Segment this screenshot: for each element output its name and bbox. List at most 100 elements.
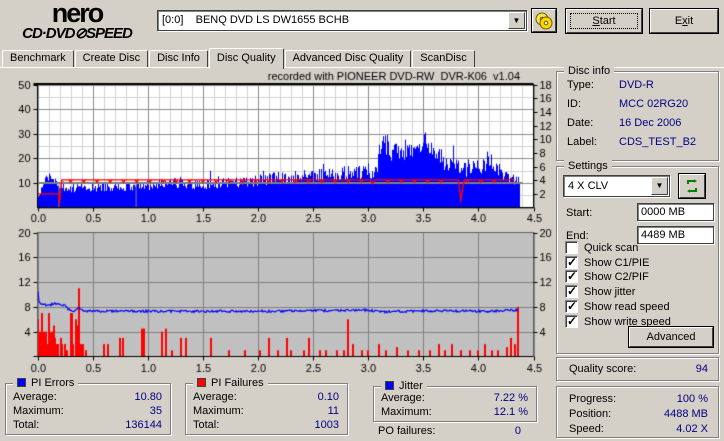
drive-select[interactable]: [0:0] BENQ DVD LS DW1655 BCHB ▼ xyxy=(157,10,527,31)
pi-errors-legend: PI Errors xyxy=(13,377,79,389)
tab-bar: Benchmark Create Disc Disc Info Disc Qua… xyxy=(0,48,724,69)
disc-info-panel: Disc info Type: DVD-R ID: MCC 02RG20 Dat… xyxy=(556,65,719,161)
tab-advanced-disc-quality[interactable]: Advanced Disc Quality xyxy=(284,50,412,67)
quick-scan-checkbox[interactable] xyxy=(565,241,578,254)
show-c1-pie-checkbox[interactable] xyxy=(565,255,578,269)
disc-info-icon-button[interactable] xyxy=(531,8,557,33)
start-mb-value: 0000 MB xyxy=(641,206,686,218)
show-c2-pif-checkbox[interactable] xyxy=(565,269,578,283)
checkbox-show-jitter[interactable]: Show jitter xyxy=(565,284,636,298)
chevron-down-icon: ▼ xyxy=(655,181,664,190)
pi-failures-maximum-label: Maximum: xyxy=(193,405,244,417)
tab-benchmark[interactable]: Benchmark xyxy=(2,50,74,67)
show-jitter-checkbox[interactable] xyxy=(565,284,578,298)
pi-errors-total-label: Total: xyxy=(13,419,40,431)
jitter-maximum-label: Maximum: xyxy=(381,406,432,418)
pi-failures-title: PI Failures xyxy=(211,377,264,389)
start-mb-field[interactable]: 0000 MB xyxy=(637,203,714,221)
start-button-label: Start xyxy=(570,13,638,29)
disc-type-value: DVD-R xyxy=(619,79,654,91)
pi-errors-total-value: 136144 xyxy=(125,419,162,431)
show-write-speed-checkbox[interactable] xyxy=(565,314,578,328)
jitter-title: Jitter xyxy=(399,380,423,392)
pi-errors-average-value: 10.80 xyxy=(134,391,162,403)
exit-button[interactable]: Ex it xyxy=(649,8,719,34)
disc-id-label: ID: xyxy=(567,98,582,110)
show-jitter-label: Show jitter xyxy=(584,285,636,298)
pi-failures-jitter-chart xyxy=(0,227,557,374)
drive-select-value: [0:0] BENQ DVD LS DW1655 BCHB xyxy=(162,14,350,26)
tab-create-disc[interactable]: Create Disc xyxy=(74,50,149,67)
pi-errors-stats-panel: PI Errors Average: 10.80 Maximum: 35 Tot… xyxy=(5,377,171,435)
show-read-speed-label: Show read speed xyxy=(584,300,670,313)
pi-failures-color-swatch xyxy=(197,378,206,387)
position-value: 4488 MB xyxy=(663,408,708,420)
disc-id-value: MCC 02RG20 xyxy=(619,98,689,110)
quick-scan-label: Quick scan xyxy=(584,241,639,254)
checkbox-show-read-speed[interactable]: Show read speed xyxy=(565,299,670,313)
po-failures-row: PO failures: 0 xyxy=(375,425,521,438)
nero-cd-dvd-speed-window: nero CD·DVD⊘SPEED [0:0] BENQ DVD LS DW16… xyxy=(0,0,724,441)
tab-disc-info[interactable]: Disc Info xyxy=(149,50,208,67)
scan-speed-value: 4 X CLV xyxy=(568,180,609,192)
disc-label-label: Label: xyxy=(567,136,597,148)
progress-panel: Progress: 100 % Position: 4488 MB Speed:… xyxy=(556,386,719,438)
pi-errors-title: PI Errors xyxy=(31,377,75,389)
cd-dvd-speed-logo-text: CD·DVD⊘SPEED xyxy=(22,25,133,42)
tab-scandisc[interactable]: ScanDisc xyxy=(412,50,475,67)
show-read-speed-checkbox[interactable] xyxy=(565,299,578,313)
settings-title: Settings xyxy=(564,160,612,172)
settings-panel: Settings 4 X CLV ▼ Start: 0000 MB End: 4… xyxy=(556,160,719,354)
start-mb-label: Start: xyxy=(566,207,593,219)
chevron-down-icon: ▼ xyxy=(512,16,521,25)
quality-score-panel: Quality score: 94 xyxy=(556,357,719,381)
discs-icon xyxy=(532,9,556,32)
nero-logo: nero CD·DVD⊘SPEED xyxy=(2,0,152,46)
quality-score-value: 94 xyxy=(695,363,708,375)
disc-date-value: 16 Dec 2006 xyxy=(619,117,682,129)
jitter-maximum-value: 12.1 % xyxy=(493,406,528,418)
po-failures-label: PO failures: xyxy=(378,425,436,437)
pi-failures-maximum-value: 11 xyxy=(327,405,339,417)
disc-info-title: Disc info xyxy=(564,65,615,77)
drive-select-dropdown-button[interactable]: ▼ xyxy=(508,12,525,29)
disc-date-label: Date: xyxy=(567,117,594,129)
pi-errors-chart xyxy=(0,68,557,228)
pi-failures-total-value: 1003 xyxy=(314,419,339,431)
pi-failures-average-label: Average: xyxy=(193,391,237,403)
disc-type-label: Type: xyxy=(567,79,594,91)
checkbox-quick-scan[interactable]: Quick scan xyxy=(565,241,638,254)
pi-failures-average-value: 0.10 xyxy=(317,391,339,403)
end-mb-value: 4489 MB xyxy=(641,229,686,241)
pi-errors-maximum-value: 35 xyxy=(149,405,162,417)
end-mb-field[interactable]: 4489 MB xyxy=(637,226,714,244)
pi-errors-average-label: Average: xyxy=(13,391,57,403)
checkbox-show-c1-pie[interactable]: Show C1/PIE xyxy=(565,255,649,269)
jitter-color-swatch xyxy=(385,381,394,390)
tab-disc-quality[interactable]: Disc Quality xyxy=(208,48,284,69)
checkbox-show-c2-pif[interactable]: Show C2/PIF xyxy=(565,269,649,283)
advanced-button[interactable]: Advanced xyxy=(628,326,714,348)
jitter-average-label: Average: xyxy=(381,392,425,404)
advanced-button-label: Advanced xyxy=(629,327,713,347)
pi-failures-total-label: Total: xyxy=(193,419,220,431)
progress-label: Progress: xyxy=(569,393,617,405)
jitter-legend: Jitter xyxy=(381,380,427,392)
scan-speed-dropdown-button[interactable]: ▼ xyxy=(651,177,668,195)
exit-button-label: Ex it xyxy=(650,9,718,33)
disc-label-value: CDS_TEST_B2 xyxy=(619,136,697,148)
scan-speed-select[interactable]: 4 X CLV ▼ xyxy=(563,175,670,197)
jitter-average-value: 7.22 % xyxy=(493,392,528,404)
pi-failures-legend: PI Failures xyxy=(193,377,268,389)
quality-score-label: Quality score: xyxy=(569,363,637,375)
pi-errors-maximum-label: Maximum: xyxy=(13,405,64,417)
position-label: Position: xyxy=(569,408,612,420)
show-c2-pif-label: Show C2/PIF xyxy=(584,270,649,283)
jitter-stats-panel: Jitter Average: 7.22 % Maximum: 12.1 % xyxy=(373,380,537,422)
po-failures-value: 0 xyxy=(514,425,521,437)
start-button[interactable]: Start xyxy=(565,8,643,34)
refresh-button[interactable] xyxy=(678,173,706,199)
pi-failures-stats-panel: PI Failures Average: 0.10 Maximum: 11 To… xyxy=(185,377,348,435)
nero-logo-text: nero xyxy=(51,0,105,28)
pi-errors-color-swatch xyxy=(17,378,26,387)
